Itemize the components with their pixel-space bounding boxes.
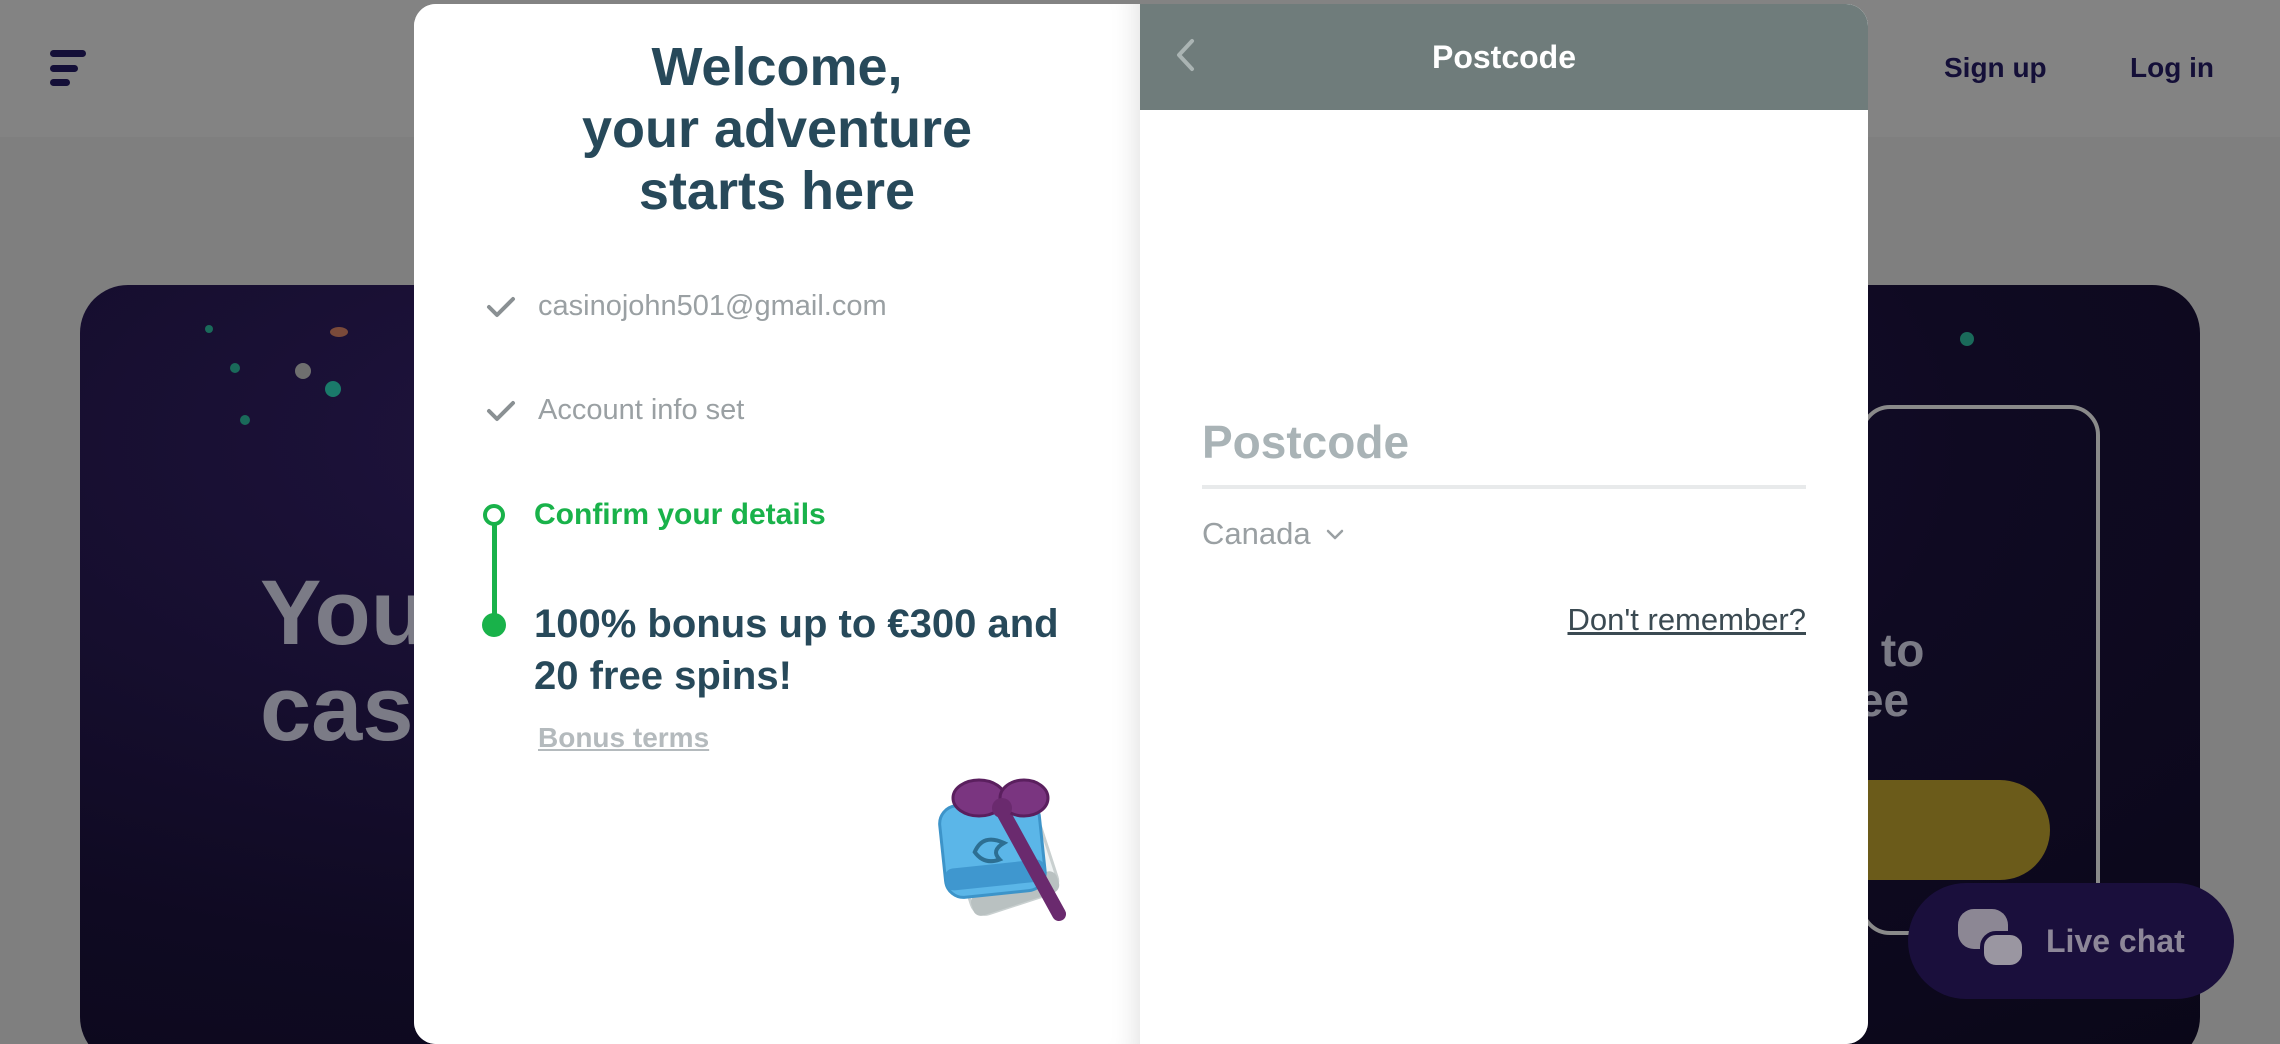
bonus-step-marker [482, 613, 506, 637]
checkmark-icon [484, 292, 518, 322]
current-step-marker [483, 504, 505, 526]
country-value: Canada [1202, 516, 1311, 551]
confetti-dot [325, 381, 341, 397]
back-button[interactable] [1160, 30, 1210, 80]
postcode-title: Postcode [1431, 38, 1577, 75]
signup-link[interactable]: Sign up [1944, 52, 2047, 84]
current-step-label: Confirm your details [534, 498, 826, 531]
bonus-offer: 100% bonus up to €300 and 20 free spins! [534, 602, 1059, 698]
dont-remember-link[interactable]: Don't remember? [1567, 602, 1806, 638]
step-email-label: casinojohn501@gmail.com [538, 290, 887, 322]
step-account-label: Account info set [538, 394, 745, 426]
step-email: casinojohn501@gmail.com [484, 290, 887, 323]
welcome-heading: Welcome, your adventure starts here [581, 37, 973, 221]
postcode-panel: Postcode Canada Don't remember? [1140, 4, 1868, 1044]
gift-box-icon: ∞ [938, 778, 1066, 921]
postcode-header: Postcode [1140, 4, 1868, 110]
hero-title: You cas [260, 562, 427, 760]
confetti-dot [205, 325, 213, 333]
menu-icon[interactable] [50, 50, 86, 86]
confetti-dot [1960, 332, 1974, 346]
checkmark-icon [484, 396, 518, 426]
postcode-input[interactable] [1202, 399, 1806, 489]
timeline-line [492, 518, 497, 626]
login-link[interactable]: Log in [2130, 52, 2214, 84]
signup-modal: Welcome, your adventure starts here casi… [414, 4, 1868, 1044]
live-chat-button[interactable]: Live chat [1908, 883, 2234, 999]
progress-panel: Welcome, your adventure starts here casi… [414, 4, 1140, 1044]
confetti-dot [295, 363, 311, 379]
chevron-down-icon [1326, 529, 1343, 540]
step-account-info: Account info set [484, 394, 744, 427]
country-select[interactable]: Canada [1202, 516, 1345, 552]
confetti-dot [240, 415, 250, 425]
confetti-dot [330, 327, 348, 337]
live-chat-label: Live chat [2046, 922, 2185, 959]
confetti-dot [230, 363, 240, 373]
bonus-terms-link[interactable]: Bonus terms [538, 722, 709, 754]
chat-bubbles-icon [1958, 909, 2028, 973]
chevron-left-icon [1177, 39, 1194, 71]
